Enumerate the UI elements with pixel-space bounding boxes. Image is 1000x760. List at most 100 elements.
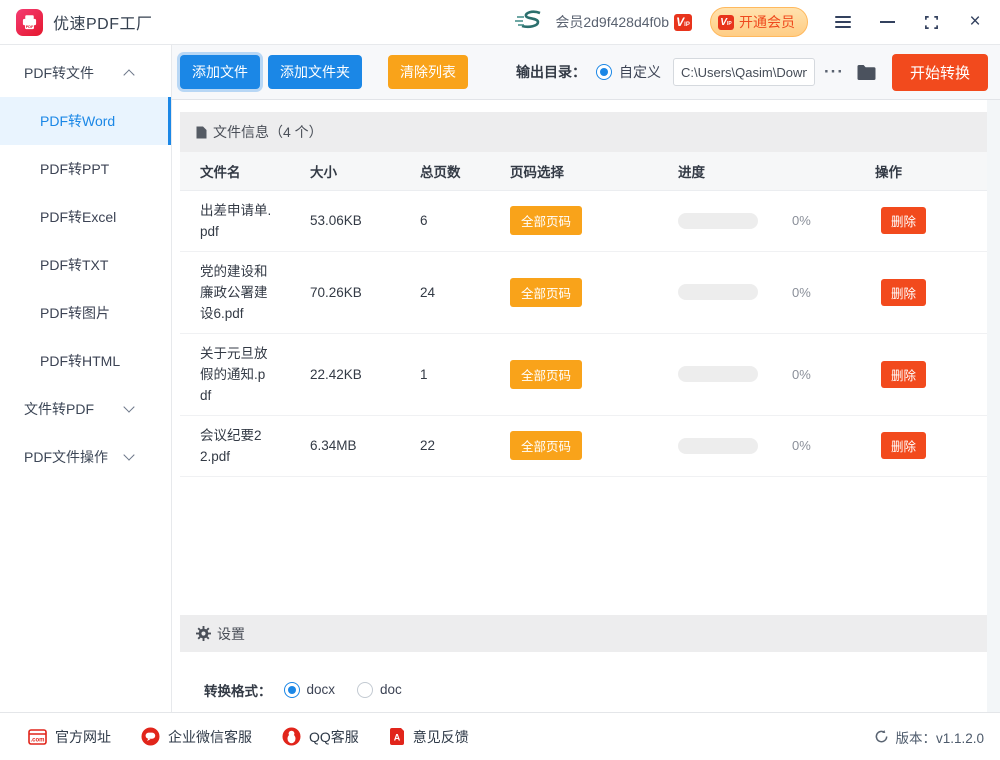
browse-ellipsis-button[interactable]: ··· — [824, 67, 844, 77]
progress-percent: 0% — [792, 285, 811, 300]
add-file-button[interactable]: 添加文件 — [180, 55, 260, 89]
file-pages: 1 — [420, 333, 510, 415]
page-select-button[interactable]: 全部页码 — [510, 278, 582, 307]
main-content: 添加文件 添加文件夹 清除列表 输出目录： 自定义 ··· 开始转换 — [172, 45, 1000, 712]
svg-text:.com: .com — [30, 737, 44, 743]
feedback-icon: A — [389, 728, 405, 745]
col-size: 大小 — [310, 152, 420, 190]
file-size: 53.06KB — [310, 190, 420, 251]
vertical-scrollbar[interactable] — [987, 100, 1000, 712]
table-row: 出差申请单.pdf 53.06KB 6 全部页码 0% 删除 — [180, 190, 987, 251]
close-icon[interactable]: × — [966, 13, 984, 31]
file-panel-header: 文件信息（4 个） — [180, 112, 987, 152]
radio-icon[interactable] — [357, 682, 373, 698]
settings-header: 设置 — [180, 615, 987, 652]
add-folder-button[interactable]: 添加文件夹 — [268, 55, 362, 89]
page-select-button[interactable]: 全部页码 — [510, 360, 582, 389]
page-select-button[interactable]: 全部页码 — [510, 431, 582, 460]
radio-icon[interactable] — [284, 682, 300, 698]
col-page-select: 页码选择 — [510, 152, 678, 190]
version-info: 版本：v1.1.2.0 — [874, 727, 984, 747]
vip-mini-icon: VIP — [718, 15, 734, 30]
file-name: 会议纪要22.pdf — [200, 425, 272, 467]
official-site-link[interactable]: .com 官方网址 — [28, 727, 111, 747]
maximize-icon[interactable] — [922, 13, 940, 31]
file-name: 党的建设和廉政公署建设6.pdf — [200, 261, 272, 324]
custom-dir-radio[interactable]: 自定义 — [596, 62, 661, 82]
sidebar-item-label: PDF转HTML — [40, 351, 120, 371]
footer-link-label: 企业微信客服 — [168, 727, 252, 747]
format-option-label: docx — [307, 682, 336, 697]
vip-badge-icon: VIP — [674, 14, 692, 31]
clear-list-button[interactable]: 清除列表 — [388, 55, 468, 89]
footer-link-label: QQ客服 — [309, 727, 359, 747]
file-pages: 6 — [420, 190, 510, 251]
settings-title: 设置 — [217, 624, 245, 644]
sidebar-item-pdf-to-image[interactable]: PDF转图片 — [0, 289, 171, 337]
sidebar-item-label: PDF转PPT — [40, 159, 109, 179]
progress-bar — [678, 438, 758, 454]
sidebar-group-file-to-pdf[interactable]: 文件转PDF — [0, 385, 171, 433]
chevron-up-icon — [123, 69, 134, 80]
delete-button[interactable]: 删除 — [881, 432, 926, 459]
file-size: 22.42KB — [310, 333, 420, 415]
sidebar-item-pdf-to-txt[interactable]: PDF转TXT — [0, 241, 171, 289]
toolbar: 添加文件 添加文件夹 清除列表 输出目录： 自定义 ··· 开始转换 — [172, 45, 1000, 100]
delete-button[interactable]: 删除 — [881, 361, 926, 388]
sidebar-item-pdf-to-word[interactable]: PDF转Word — [0, 97, 171, 145]
file-name: 出差申请单.pdf — [200, 200, 272, 242]
refresh-icon — [874, 729, 889, 744]
table-header-row: 文件名 大小 总页数 页码选择 进度 操作 — [180, 152, 987, 190]
sidebar-item-pdf-to-excel[interactable]: PDF转Excel — [0, 193, 171, 241]
delete-button[interactable]: 删除 — [881, 279, 926, 306]
qq-icon — [282, 727, 301, 746]
format-label: 转换格式： — [204, 680, 272, 700]
sidebar-item-label: PDF转Excel — [40, 207, 116, 227]
svg-text:A: A — [394, 732, 401, 742]
sidebar-group-pdf-to-file[interactable]: PDF转文件 — [0, 49, 171, 97]
footer-bar: .com 官方网址 企业微信客服 QQ客服 A — [0, 712, 1000, 760]
open-vip-label: 开通会员 — [739, 12, 795, 32]
member-swoosh-icon — [513, 8, 547, 37]
table-row: 党的建设和廉政公署建设6.pdf 70.26KB 24 全部页码 0% 删除 — [180, 251, 987, 333]
file-size: 6.34MB — [310, 415, 420, 476]
chevron-down-icon — [123, 401, 134, 412]
sidebar-item-pdf-to-ppt[interactable]: PDF转PPT — [0, 145, 171, 193]
open-vip-button[interactable]: VIP 开通会员 — [710, 7, 808, 37]
start-convert-button[interactable]: 开始转换 — [892, 54, 988, 91]
sidebar-group-pdf-operations[interactable]: PDF文件操作 — [0, 433, 171, 481]
col-action: 操作 — [875, 152, 987, 190]
sidebar-item-label: PDF转Word — [40, 111, 115, 131]
custom-dir-label: 自定义 — [619, 62, 661, 82]
sidebar-group-label: PDF文件操作 — [24, 447, 108, 467]
feedback-link[interactable]: A 意见反馈 — [389, 727, 469, 747]
progress-bar — [678, 366, 758, 382]
qq-support-link[interactable]: QQ客服 — [282, 727, 359, 747]
progress-bar — [678, 284, 758, 300]
settings-panel: 设置 转换格式： docx doc — [180, 615, 987, 712]
file-table: 文件名 大小 总页数 页码选择 进度 操作 出差申请单. — [180, 152, 987, 477]
format-option-doc[interactable]: doc — [357, 682, 402, 698]
title-bar: PDF 优速PDF工厂 会员2d9f428d4f0b VIP VIP 开通会员 — [0, 0, 1000, 45]
sidebar-group-label: PDF转文件 — [24, 63, 94, 83]
page-select-button[interactable]: 全部页码 — [510, 206, 582, 235]
table-row: 关于元旦放假的通知.pdf 22.42KB 1 全部页码 0% 删除 — [180, 333, 987, 415]
open-folder-icon[interactable] — [856, 64, 877, 81]
progress-percent: 0% — [792, 213, 811, 228]
wechat-icon — [141, 727, 160, 746]
footer-link-label: 官方网址 — [55, 727, 111, 747]
format-option-docx[interactable]: docx — [284, 682, 336, 698]
version-label: 版本：v1.1.2.0 — [895, 727, 984, 747]
col-pages: 总页数 — [420, 152, 510, 190]
output-path-input[interactable] — [673, 58, 815, 86]
gear-icon — [196, 626, 211, 641]
file-panel-title: 文件信息（4 个） — [213, 122, 323, 142]
sidebar-group-label: 文件转PDF — [24, 399, 94, 419]
wechat-support-link[interactable]: 企业微信客服 — [141, 727, 252, 747]
sidebar-item-pdf-to-html[interactable]: PDF转HTML — [0, 337, 171, 385]
radio-icon[interactable] — [596, 64, 612, 80]
menu-icon[interactable] — [834, 13, 852, 31]
file-panel: 文件信息（4 个） 文件名 大小 总页数 — [180, 112, 987, 477]
delete-button[interactable]: 删除 — [881, 207, 926, 234]
minimize-icon[interactable] — [878, 13, 896, 31]
